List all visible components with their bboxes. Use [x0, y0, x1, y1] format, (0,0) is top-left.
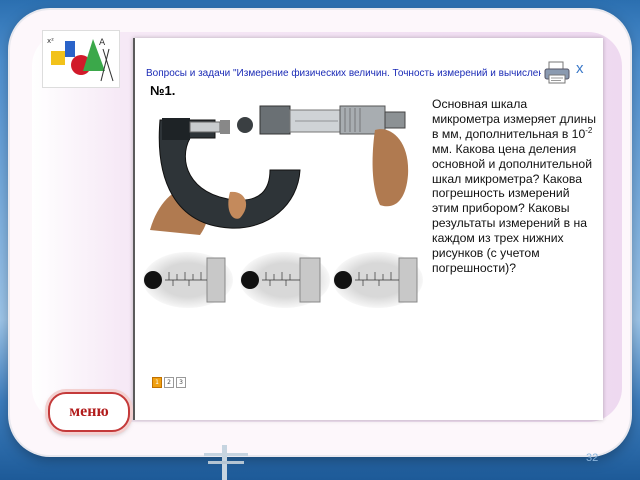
page-button-3[interactable]: 3: [176, 377, 186, 388]
micrometer-illustration: [150, 105, 409, 235]
page-button-2[interactable]: 2: [164, 377, 174, 388]
problem-number: №1.: [150, 83, 176, 98]
question-text-part2: мм. Какова цена деления основной и допол…: [432, 141, 592, 275]
page-title: Вопросы и задачи "Измерение физических в…: [146, 68, 541, 79]
page-button-1[interactable]: 1: [152, 377, 162, 388]
close-icon[interactable]: x: [576, 60, 584, 77]
scale-view-2: [240, 252, 330, 308]
printer-icon[interactable]: [543, 60, 571, 84]
menu-button[interactable]: меню: [48, 392, 130, 432]
question-exponent: -2: [585, 125, 593, 135]
question-text-part1: Основная шкала микрометра измеряет длины…: [432, 97, 597, 141]
scale-view-1: [143, 252, 233, 308]
logo-image: x² A: [42, 30, 120, 88]
scale-view-3: [333, 252, 423, 308]
pager: 1 2 3: [152, 377, 186, 388]
background-pole: [204, 445, 248, 480]
problem-question: Основная шкала микрометра измеряет длины…: [432, 97, 597, 276]
svg-text:A: A: [99, 38, 106, 48]
slide-number: 32: [586, 452, 599, 464]
svg-text:x²: x²: [47, 37, 54, 45]
